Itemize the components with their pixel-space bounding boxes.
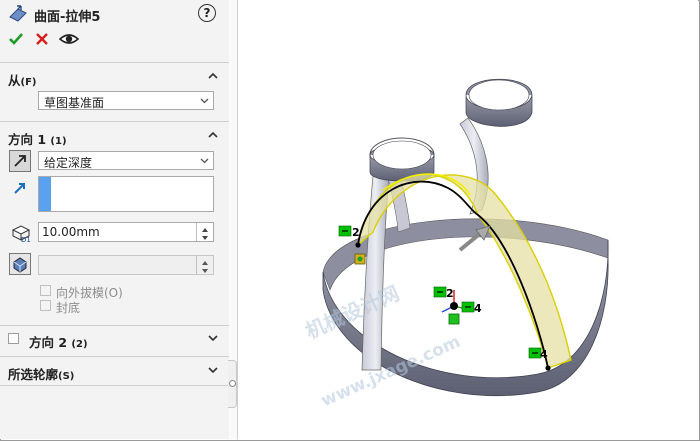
depth-icon: D1: [10, 223, 32, 246]
constraint-tag-right-arc: 4: [528, 347, 548, 361]
selected-contours-shortcut: (S): [58, 371, 75, 382]
sketch-endpoint: [355, 242, 361, 248]
help-button[interactable]: ?: [198, 4, 216, 22]
end-condition-value: 给定深度: [44, 156, 93, 170]
direction2-label: 方向 2: [29, 335, 68, 350]
direction-vector-icon: [12, 180, 28, 199]
tag-right-arc-text: 4: [540, 348, 548, 361]
chevron-up-icon[interactable]: [208, 130, 218, 140]
draft-angle-spinbox: [38, 255, 214, 275]
panel-splitter[interactable]: [228, 0, 238, 439]
selected-contours-label: 所选轮廓: [8, 367, 59, 382]
reverse-direction-icon: [14, 155, 26, 167]
increment-button: [197, 256, 213, 265]
chevron-down-icon: [200, 158, 209, 164]
direction1-shortcut: (1): [50, 136, 67, 147]
reverse-direction-button[interactable]: [9, 150, 31, 172]
decrement-button[interactable]: [197, 232, 213, 241]
draft-toggle-button[interactable]: [9, 253, 31, 275]
chevron-down-icon: [200, 98, 209, 104]
extrude-preview-surface: [356, 173, 572, 369]
direction2-shortcut: (2): [71, 339, 88, 350]
depth-spinbox[interactable]: 10.00mm: [38, 222, 214, 242]
tag-origin-top-text: 2: [446, 287, 454, 300]
divider: [0, 121, 229, 122]
constraint-tag-origin-right: 4: [461, 301, 482, 315]
cap-end-label: 封底: [56, 301, 81, 315]
svg-text:D1: D1: [21, 236, 31, 243]
sketch-endpoint: [545, 365, 551, 371]
chevron-down-icon[interactable]: [208, 365, 218, 375]
constraint-tag-left-arc: 2: [338, 225, 360, 239]
model-view: 2 2 4 4: [322, 79, 609, 397]
divider: [0, 356, 229, 357]
coincident-marker: [354, 253, 366, 265]
divider: [0, 385, 229, 386]
tag-left-arc-text: 2: [352, 226, 360, 239]
from-dropdown[interactable]: 草图基准面: [38, 91, 214, 110]
eye-icon[interactable]: [58, 31, 80, 50]
from-section-shortcut: (F): [20, 77, 37, 88]
direction2-section-header[interactable]: 方向 2 (2): [8, 331, 220, 350]
end-condition-dropdown[interactable]: 给定深度: [38, 151, 214, 170]
property-manager: 曲面-拉伸5 ? 从(F) 草图基准面 方向 1 (1) 给定深度 D1 10.…: [0, 0, 230, 439]
small-ring-left-hole: [372, 140, 432, 170]
close-icon[interactable]: [34, 31, 50, 50]
graphics-viewport[interactable]: 2 2 4 4: [238, 0, 698, 439]
increment-button[interactable]: [197, 223, 213, 232]
direction-selection-box[interactable]: [38, 176, 214, 212]
tag-origin-right-text: 4: [474, 302, 482, 315]
chevron-up-icon[interactable]: [208, 71, 218, 81]
depth-value: 10.00mm: [42, 225, 100, 239]
checkmark-icon[interactable]: [8, 31, 24, 50]
direction1-section-header[interactable]: 方向 1 (1): [8, 128, 220, 147]
direction1-label: 方向 1: [8, 132, 47, 147]
surface-extrude-icon: [8, 5, 28, 26]
from-section-header[interactable]: 从(F): [8, 69, 220, 88]
selected-contours-header[interactable]: 所选轮廓(S): [8, 363, 220, 382]
divider: [0, 62, 229, 63]
collapse-handle[interactable]: [228, 360, 237, 408]
upper-ring-hole: [468, 79, 530, 111]
selection-focus-bar: [39, 177, 51, 211]
decrement-button: [197, 265, 213, 274]
chevron-down-icon[interactable]: [208, 333, 218, 343]
draft-icon: [13, 257, 27, 273]
constraint-tag-origin-top: 2: [433, 286, 454, 300]
feature-title: 曲面-拉伸5: [34, 10, 101, 25]
from-dropdown-value: 草图基准面: [44, 96, 105, 110]
divider: [0, 325, 229, 326]
feature-header: 曲面-拉伸5 ?: [8, 4, 220, 26]
from-section-label: 从: [8, 73, 21, 88]
